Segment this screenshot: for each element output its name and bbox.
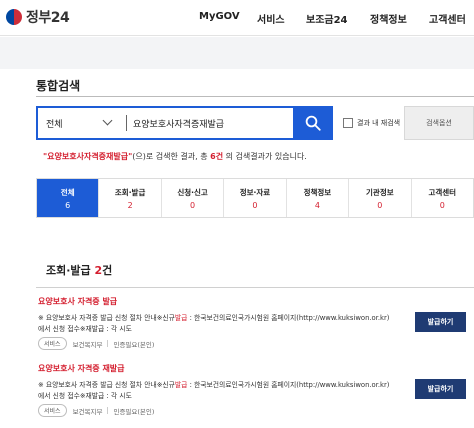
- tab-count: 0: [252, 200, 258, 210]
- item-desc-highlight: 발급: [174, 314, 188, 322]
- research-within-label: 결과 내 재검색: [357, 119, 401, 127]
- chevron-down-icon: [102, 115, 113, 126]
- item-meta: 서비스 보건복지부 인증필요(본인): [38, 404, 474, 417]
- tab-count: 4: [314, 200, 320, 210]
- nav-service[interactable]: 서비스: [257, 11, 285, 26]
- header-band: [0, 37, 474, 69]
- item-meta: 서비스 보건복지부 인증필요(본인): [38, 337, 474, 350]
- item-desc-highlight: 발급: [174, 381, 188, 389]
- issue-button[interactable]: 발급하기: [415, 312, 466, 332]
- tab-label: 조회·발급: [114, 187, 146, 197]
- tab-count: 0: [190, 200, 196, 210]
- section-divider: [36, 287, 474, 288]
- tab-application-report[interactable]: 신청·신고 0: [161, 179, 225, 217]
- item-desc-pre: ※ 요양보호사 자격증 발급 신청 절차 안내※신규: [38, 381, 175, 389]
- item-description: ※ 요양보호사 자격증 발급 신청 절차 안내※신규발급 : 한국보건의료인국가…: [38, 313, 393, 335]
- nav-policy-info[interactable]: 정책정보: [370, 11, 407, 26]
- item-department: 보건복지부: [72, 407, 103, 416]
- service-badge: 서비스: [38, 337, 67, 350]
- section-unit: 건: [102, 264, 113, 277]
- search-scope-value: 전체: [46, 119, 63, 130]
- tab-agency-info[interactable]: 기관정보 0: [349, 179, 412, 217]
- result-text-2: 의 검색결과가 있습니다.: [223, 152, 307, 161]
- nav-customer-center[interactable]: 고객센터: [429, 11, 466, 26]
- research-within-checkbox[interactable]: [343, 118, 353, 128]
- logo-text: 정부24: [26, 10, 70, 26]
- search-options-button[interactable]: 검색옵션: [404, 106, 474, 140]
- tab-count: 0: [439, 200, 445, 210]
- tab-label: 고객센터: [428, 187, 457, 197]
- issue-button[interactable]: 발급하기: [415, 379, 466, 399]
- search-button[interactable]: [293, 106, 333, 140]
- item-title-link[interactable]: 요양보호사 자격증 재발급: [38, 363, 474, 374]
- search-icon: [305, 115, 321, 131]
- search-box: 전체: [36, 106, 333, 140]
- section-title: 조회·발급 2건: [46, 262, 112, 278]
- item-auth-requirement: 인증필요(본인): [113, 407, 155, 416]
- list-item: 요양보호사 자격증 발급 ※ 요양보호사 자격증 발급 신청 절차 안내※신규발…: [38, 296, 474, 350]
- tab-count: 0: [377, 200, 383, 210]
- taegeuk-logo-icon: [6, 9, 22, 25]
- tab-policy-info[interactable]: 정책정보 4: [286, 179, 350, 217]
- tab-label: 기관정보: [366, 187, 394, 197]
- page-title: 통합검색: [36, 79, 81, 93]
- tab-label: 정보·자료: [239, 187, 271, 197]
- tab-all[interactable]: 전체 6: [37, 179, 100, 217]
- nav-mygov[interactable]: MyGOV: [199, 11, 240, 22]
- top-header: 정부24 MyGOV 서비스 보조금24 정책정보 고객센터: [0, 0, 474, 36]
- section-name: 조회·발급: [46, 264, 91, 277]
- result-total: 6건: [210, 152, 224, 161]
- gov24-logo[interactable]: 정부24: [6, 7, 70, 27]
- meta-divider: [107, 340, 109, 347]
- tab-label: 정책정보: [303, 187, 332, 197]
- tab-count: 2: [127, 200, 133, 210]
- tab-info-materials[interactable]: 정보·자료 0: [224, 179, 287, 217]
- result-text-1: (으)로 검색한 결과, 총: [132, 152, 211, 161]
- search-input[interactable]: [127, 108, 293, 138]
- result-summary: "요양보호사자격증재발급"(으)로 검색한 결과, 총 6건 의 검색결과가 있…: [43, 151, 307, 162]
- category-tabs: 전체 6 조회·발급 2 신청·신고 0 정보·자료 0 정책정보 4 기관정보…: [36, 178, 474, 218]
- service-badge: 서비스: [38, 404, 67, 417]
- tab-customer-center[interactable]: 고객센터 0: [411, 179, 473, 217]
- list-item: 요양보호사 자격증 재발급 ※ 요양보호사 자격증 발급 신청 절차 안내※신규…: [38, 363, 474, 417]
- item-description: ※ 요양보호사 자격증 발급 신청 절차 안내※신규발급 : 한국보건의료인국가…: [38, 380, 393, 402]
- item-auth-requirement: 인증필요(본인): [113, 340, 155, 349]
- meta-divider: [107, 407, 109, 414]
- tab-count: 6: [65, 200, 71, 210]
- tab-label: 전체: [60, 187, 75, 197]
- item-department: 보건복지부: [72, 340, 103, 349]
- tab-label: 신청·신고: [177, 187, 208, 197]
- item-desc-pre: ※ 요양보호사 자격증 발급 신청 절차 안내※신규: [38, 314, 175, 322]
- result-keyword: "요양보호사자격증재발급": [43, 152, 133, 161]
- title-divider: [36, 96, 474, 97]
- item-title-link[interactable]: 요양보호사 자격증 발급: [38, 296, 474, 307]
- search-scope-select[interactable]: 전체: [38, 108, 126, 138]
- nav-subsidy24[interactable]: 보조금24: [306, 11, 348, 26]
- tab-inquiry-issue[interactable]: 조회·발급 2: [99, 179, 162, 217]
